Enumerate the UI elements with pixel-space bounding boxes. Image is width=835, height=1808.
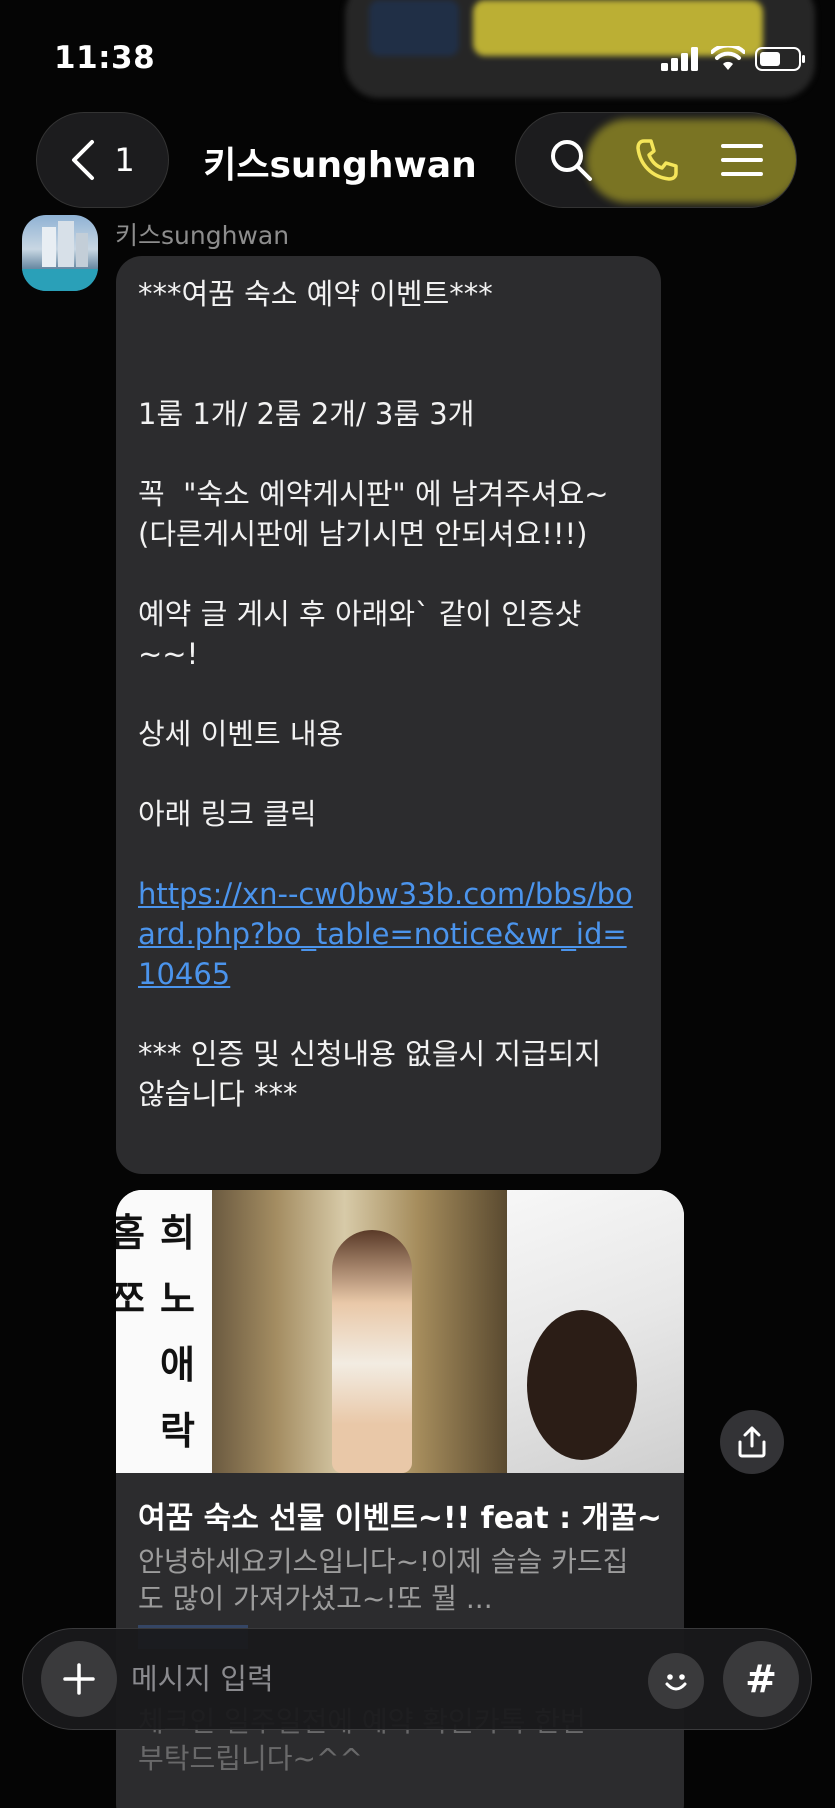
search-icon	[551, 140, 592, 181]
message-input-bar: #	[22, 1628, 812, 1730]
attach-button[interactable]	[41, 1641, 117, 1717]
phone-icon	[636, 139, 678, 181]
call-button[interactable]	[634, 137, 680, 183]
calligraphy-strip: 홈 희 쪼 노 애 락	[116, 1190, 212, 1473]
battery-icon	[755, 47, 805, 71]
header-actions	[515, 112, 797, 208]
share-icon	[738, 1426, 766, 1458]
message-text: 꼭 "숙소 예약게시판" 에 남겨주셔요~ (다른게시판에 남기시면 안되셔요!…	[138, 477, 609, 551]
wifi-icon	[711, 46, 745, 70]
message-input[interactable]	[131, 1659, 561, 1699]
cellular-signal-icon	[661, 47, 698, 71]
chevron-left-icon	[72, 140, 95, 180]
link-preview-image: 홈 희 쪼 노 애 락	[116, 1190, 684, 1473]
message-text: 예약 글 게시 후 아래와` 같이 인증샷 ~~!	[138, 597, 582, 671]
emoji-button[interactable]	[648, 1653, 704, 1709]
sender-name: 키스sunghwan	[115, 221, 290, 250]
share-button[interactable]	[720, 1410, 784, 1474]
message-text: 1룸 1개/ 2룸 2개/ 3룸 3개	[138, 397, 475, 431]
unread-count: 1	[114, 141, 135, 179]
sender-avatar[interactable]	[22, 215, 98, 291]
hamburger-menu-icon	[721, 144, 763, 176]
link-preview-title: 여꿈 숙소 선물 이벤트~!! feat : 개꿀~	[138, 1501, 662, 1536]
back-button[interactable]: 1	[36, 112, 169, 208]
photo-woman-reclining	[507, 1190, 684, 1473]
smiley-icon	[665, 1674, 687, 1691]
message-bubble[interactable]: ***여꿈 숙소 예약 이벤트*** 1룸 1개/ 2룸 2개/ 3룸 3개 꼭…	[116, 256, 661, 1174]
status-time: 11:38	[54, 40, 156, 76]
status-icons	[661, 46, 807, 72]
plus-icon	[63, 1663, 95, 1695]
menu-button[interactable]	[720, 142, 764, 178]
search-button[interactable]	[548, 137, 594, 183]
hashtag-button[interactable]: #	[723, 1641, 799, 1717]
chat-title: 키스sunghwan	[203, 145, 477, 186]
message-text: ***여꿈 숙소 예약 이벤트***	[138, 277, 493, 311]
message-text: 상세 이벤트 내용	[138, 717, 344, 751]
event-link[interactable]: https://xn--cw0bw33b.com/bbs/board.php?b…	[138, 874, 639, 994]
message-text: 아래 링크 클릭	[138, 797, 317, 831]
link-preview-description: 안녕하세요키스입니다~!이제 슬슬 카드집 도 많이 가져가셨고~!또 뭘 ..…	[138, 1545, 629, 1615]
message-text: *** 인증 및 신청내용 없을시 지급되지 않습니다 ***	[138, 1037, 602, 1111]
photo-woman-bamboo	[212, 1190, 507, 1473]
